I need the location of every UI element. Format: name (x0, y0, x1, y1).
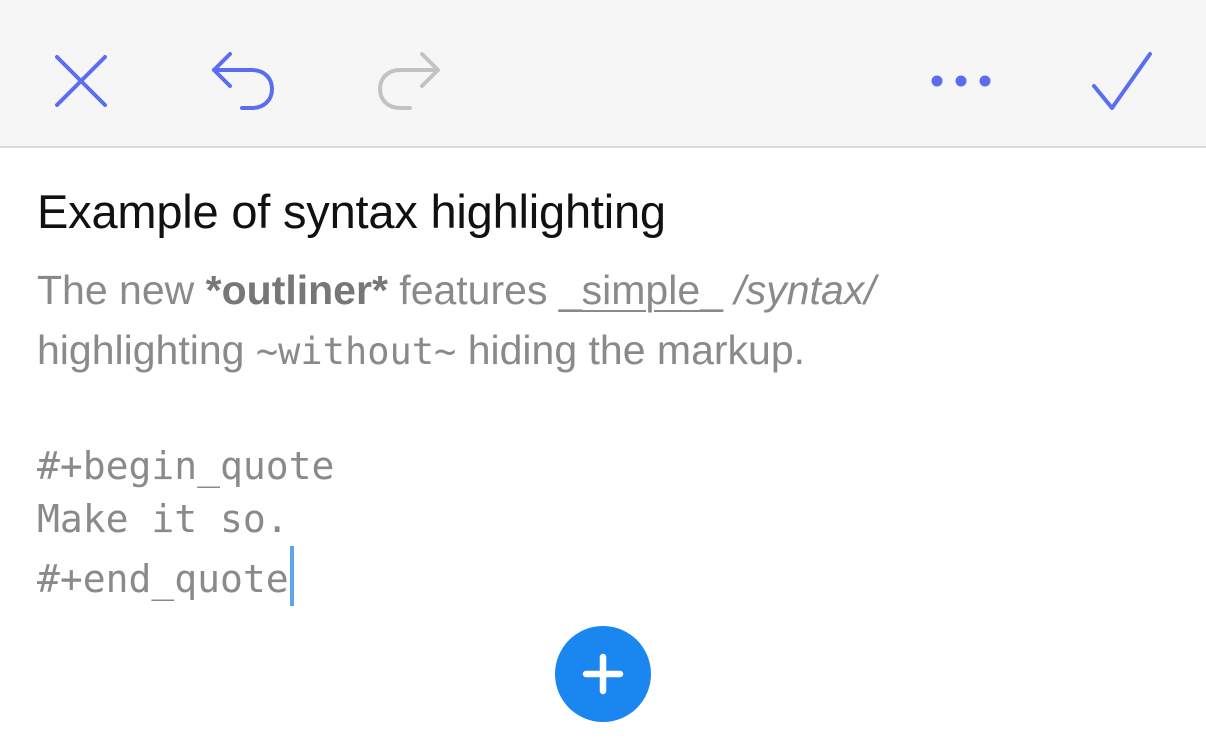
quote-end-line-wrap: #+end_quote (37, 546, 334, 606)
undo-button[interactable] (206, 50, 278, 112)
add-item-button[interactable] (555, 626, 651, 722)
close-button[interactable] (50, 50, 112, 112)
item-body-text[interactable]: The new *outliner* features _simple_ /sy… (37, 260, 1177, 380)
done-button[interactable] (1088, 48, 1156, 114)
top-toolbar (0, 0, 1206, 148)
italic-markup: /syntax/ (734, 267, 876, 313)
body-line-1: The new *outliner* features _simple_ /sy… (37, 260, 1177, 320)
more-horizontal-icon (931, 75, 991, 87)
body-text-segment: The new (37, 267, 206, 313)
body-text-segment: features (387, 267, 559, 313)
checkmark-icon (1092, 52, 1152, 110)
body-line-2: highlighting ~without~ hiding the markup… (37, 320, 1177, 380)
body-text-segment: highlighting (37, 327, 256, 373)
underline-markup-close: _ (700, 267, 723, 313)
item-title[interactable]: Example of syntax highlighting (37, 184, 666, 239)
plus-icon (582, 653, 624, 695)
quote-begin-line: #+begin_quote (37, 444, 335, 488)
code-markup: ~without~ (255, 330, 457, 373)
underline-markup-open: _ (558, 267, 582, 313)
body-text-segment: hiding the markup. (456, 327, 806, 373)
close-icon (55, 55, 107, 107)
quote-block[interactable]: #+begin_quote Make it so. #+end_quote (37, 440, 335, 606)
redo-icon (377, 52, 440, 110)
undo-icon (212, 52, 275, 110)
bold-markup: *outliner* (205, 267, 388, 313)
text-cursor (289, 546, 294, 606)
more-options-button[interactable] (924, 64, 998, 98)
redo-button[interactable] (374, 50, 446, 112)
underline-markup: simple (581, 267, 701, 313)
body-text-segment (723, 267, 734, 313)
quote-content-line: Make it so. (37, 497, 289, 541)
outline-editor-screen: Example of syntax highlighting The new *… (0, 0, 1206, 752)
quote-end-line: #+end_quote (37, 557, 289, 601)
